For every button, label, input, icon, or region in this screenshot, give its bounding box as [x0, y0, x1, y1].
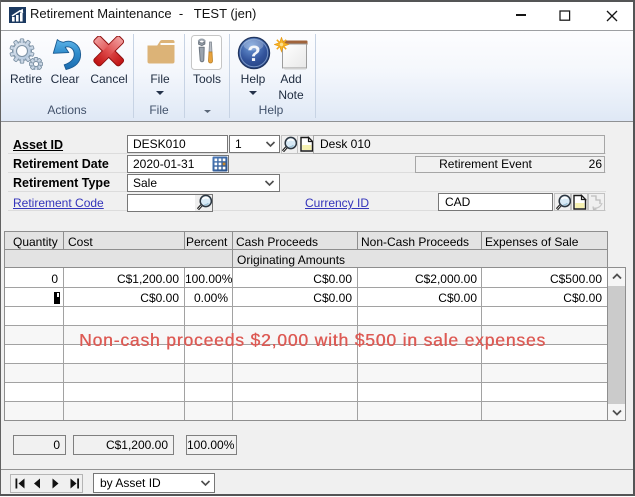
svg-text:?: ? — [247, 41, 260, 66]
